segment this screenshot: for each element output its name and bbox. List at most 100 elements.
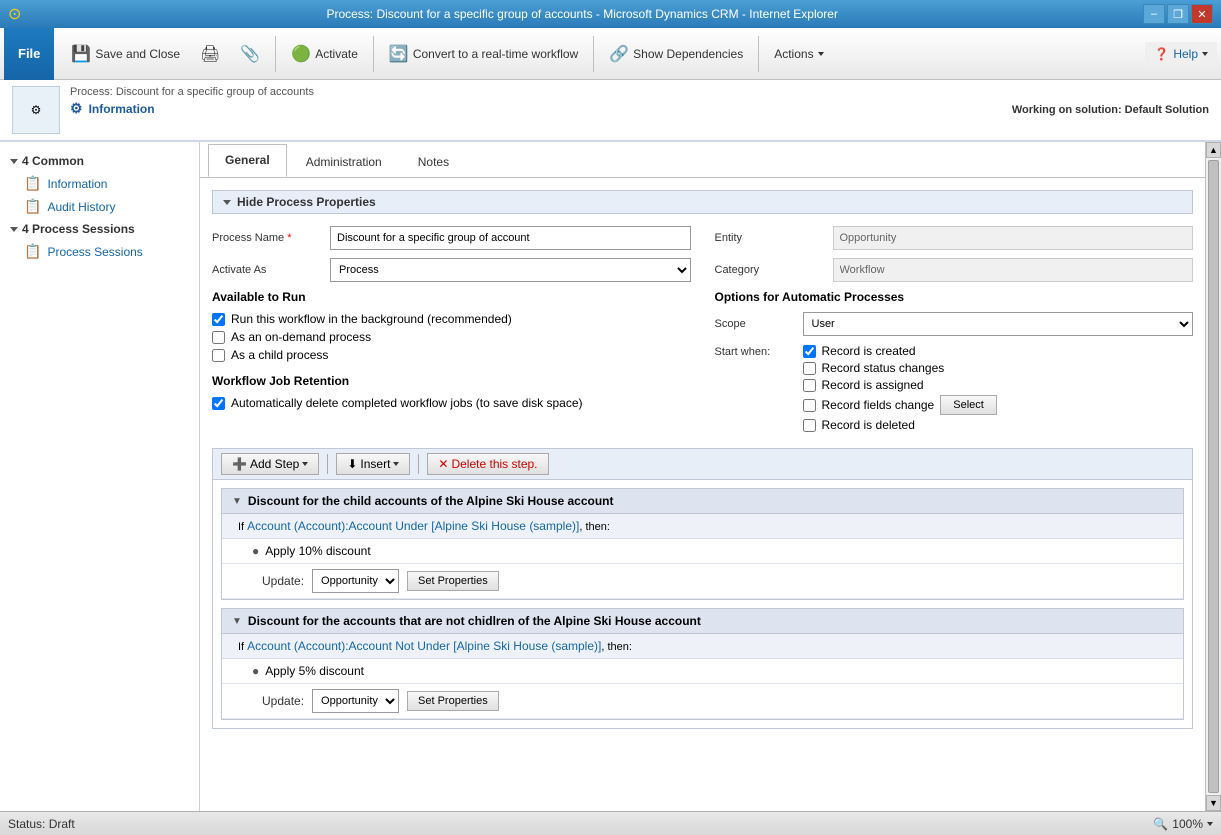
- start-option-3: Record fields change Select: [803, 395, 997, 415]
- process-name-input[interactable]: [330, 226, 691, 250]
- scroll-thumb[interactable]: [1208, 160, 1219, 793]
- app-header-subtitle: Process: Discount for a specific group o…: [70, 86, 314, 98]
- record-assigned-checkbox[interactable]: [803, 379, 816, 392]
- form-left: Process Name Activate As Process Availab…: [212, 226, 691, 432]
- sidebar-item-audit-history[interactable]: 📋 Audit History: [0, 195, 199, 218]
- entity-icon-glyph: ⚙: [31, 103, 42, 117]
- activate-as-select[interactable]: Process: [330, 258, 691, 282]
- step1-condition-link[interactable]: Account (Account):Account Under [Alpine …: [247, 519, 579, 533]
- restore-button[interactable]: ❒: [1167, 4, 1189, 24]
- step1-set-props-button[interactable]: Set Properties: [407, 571, 499, 591]
- step2-action: ● Apply 5% discount: [222, 659, 1183, 684]
- step1-update-select[interactable]: Opportunity: [312, 569, 399, 593]
- scroll-down-button[interactable]: ▼: [1206, 795, 1221, 811]
- toolbar: File 💾 Save and Close 🖨 📎 🟢 Activate 🔄 C…: [0, 28, 1221, 80]
- check3-label: As a child process: [231, 348, 328, 362]
- step2-set-props-button[interactable]: Set Properties: [407, 691, 499, 711]
- scroll-up-button[interactable]: ▲: [1206, 142, 1221, 158]
- tab-administration[interactable]: Administration: [289, 146, 399, 177]
- dependencies-icon: 🔗: [609, 44, 629, 64]
- common-group-header[interactable]: 4 Common: [0, 150, 199, 172]
- record-status-checkbox[interactable]: [803, 362, 816, 375]
- category-input: [833, 258, 1194, 282]
- auto-delete-checkbox[interactable]: [212, 397, 225, 410]
- section-header[interactable]: Hide Process Properties: [212, 190, 1193, 214]
- step2-header: ▼ Discount for the accounts that are not…: [222, 609, 1183, 634]
- on-demand-checkbox[interactable]: [212, 331, 225, 344]
- activate-button[interactable]: 🟢 Activate: [282, 32, 367, 76]
- record-status-label: Record status changes: [822, 361, 945, 375]
- start-when-options: Record is created Record status changes …: [803, 344, 997, 432]
- add-step-button[interactable]: ➕ Add Step: [221, 453, 319, 475]
- step1-action: ● Apply 10% discount: [222, 539, 1183, 564]
- process-sessions-group-header[interactable]: 4 Process Sessions: [0, 218, 199, 240]
- entity-input: [833, 226, 1194, 250]
- actions-button[interactable]: Actions: [765, 32, 832, 76]
- information-icon: 📋: [24, 175, 41, 192]
- process-name-label: Process Name: [212, 232, 322, 244]
- separator-4: [758, 36, 759, 72]
- add-step-icon: ➕: [232, 457, 247, 471]
- step1-header: ▼ Discount for the child accounts of the…: [222, 489, 1183, 514]
- record-deleted-checkbox[interactable]: [803, 419, 816, 432]
- show-dependencies-button[interactable]: 🔗 Show Dependencies: [600, 32, 752, 76]
- scope-row: Scope User: [715, 312, 1194, 336]
- attach-button[interactable]: 📎: [231, 32, 269, 76]
- save-and-close-button[interactable]: 💾 Save and Close: [62, 32, 189, 76]
- entity-icon: ⚙: [12, 86, 60, 134]
- delete-icon: ✕: [438, 457, 448, 471]
- record-fields-checkbox[interactable]: [803, 399, 816, 412]
- attach-icon: 📎: [240, 44, 260, 64]
- help-dropdown-icon: [1202, 52, 1208, 56]
- child-process-checkbox[interactable]: [212, 349, 225, 362]
- run-background-checkbox[interactable]: [212, 313, 225, 326]
- window-controls: – ❒ ✕: [1143, 4, 1213, 24]
- add-step-dropdown-icon: [302, 462, 308, 466]
- scope-select[interactable]: User: [803, 312, 1194, 336]
- form-grid: Process Name Activate As Process Availab…: [212, 226, 1193, 432]
- options-title: Options for Automatic Processes: [715, 290, 1194, 304]
- step-block-1: ▼ Discount for the child accounts of the…: [221, 488, 1184, 600]
- status-text: Status: Draft: [8, 817, 75, 831]
- step2-condition-link[interactable]: Account (Account):Account Not Under [Alp…: [247, 639, 601, 653]
- scope-label: Scope: [715, 318, 795, 330]
- insert-dropdown-icon: [393, 462, 399, 466]
- tab-notes[interactable]: Notes: [401, 146, 466, 177]
- step2-update: Update: Opportunity Set Properties: [222, 684, 1183, 719]
- file-button[interactable]: File: [4, 28, 54, 80]
- check4-row: Automatically delete completed workflow …: [212, 396, 691, 410]
- insert-button[interactable]: ⬇ Insert: [336, 453, 410, 475]
- step2-body: If Account (Account):Account Not Under […: [222, 634, 1183, 719]
- help-icon: ❓: [1154, 47, 1169, 61]
- step2-update-select[interactable]: Opportunity: [312, 689, 399, 713]
- tabs-bar: General Administration Notes: [200, 142, 1205, 178]
- scrollbar[interactable]: ▲ ▼: [1205, 142, 1221, 811]
- help-button[interactable]: ❓ Help: [1145, 42, 1217, 66]
- app-header-text: Process: Discount for a specific group o…: [70, 86, 314, 117]
- app-header: ⚙ Process: Discount for a specific group…: [0, 80, 1221, 142]
- activate-icon: 🟢: [291, 44, 311, 64]
- record-created-checkbox[interactable]: [803, 345, 816, 358]
- tab-general[interactable]: General: [208, 144, 287, 177]
- select-button[interactable]: Select: [940, 395, 997, 415]
- start-when-label: Start when:: [715, 344, 795, 358]
- separator-3: [593, 36, 594, 72]
- record-created-label: Record is created: [822, 344, 916, 358]
- form-right: Entity Category Options for Automatic Pr…: [715, 226, 1194, 432]
- close-button[interactable]: ✕: [1191, 4, 1213, 24]
- delete-step-button[interactable]: ✕ Delete this step.: [427, 453, 548, 475]
- entity-label: Entity: [715, 232, 825, 244]
- convert-button[interactable]: 🔄 Convert to a real-time workflow: [380, 32, 587, 76]
- step-block-2: ▼ Discount for the accounts that are not…: [221, 608, 1184, 720]
- wf-separator-2: [418, 454, 419, 474]
- section-collapse-icon: [223, 200, 231, 205]
- sidebar-item-information[interactable]: 📋 Information: [0, 172, 199, 195]
- step2-condition: If Account (Account):Account Not Under […: [222, 634, 1183, 659]
- sidebar-item-process-sessions[interactable]: 📋 Process Sessions: [0, 240, 199, 263]
- minimize-button[interactable]: –: [1143, 4, 1165, 24]
- zoom-dropdown-icon: [1207, 822, 1213, 826]
- zoom-area: 🔍 100%: [1153, 817, 1213, 831]
- print-button[interactable]: 🖨: [191, 32, 229, 76]
- step1-update: Update: Opportunity Set Properties: [222, 564, 1183, 599]
- update-label-1: Update:: [262, 574, 304, 588]
